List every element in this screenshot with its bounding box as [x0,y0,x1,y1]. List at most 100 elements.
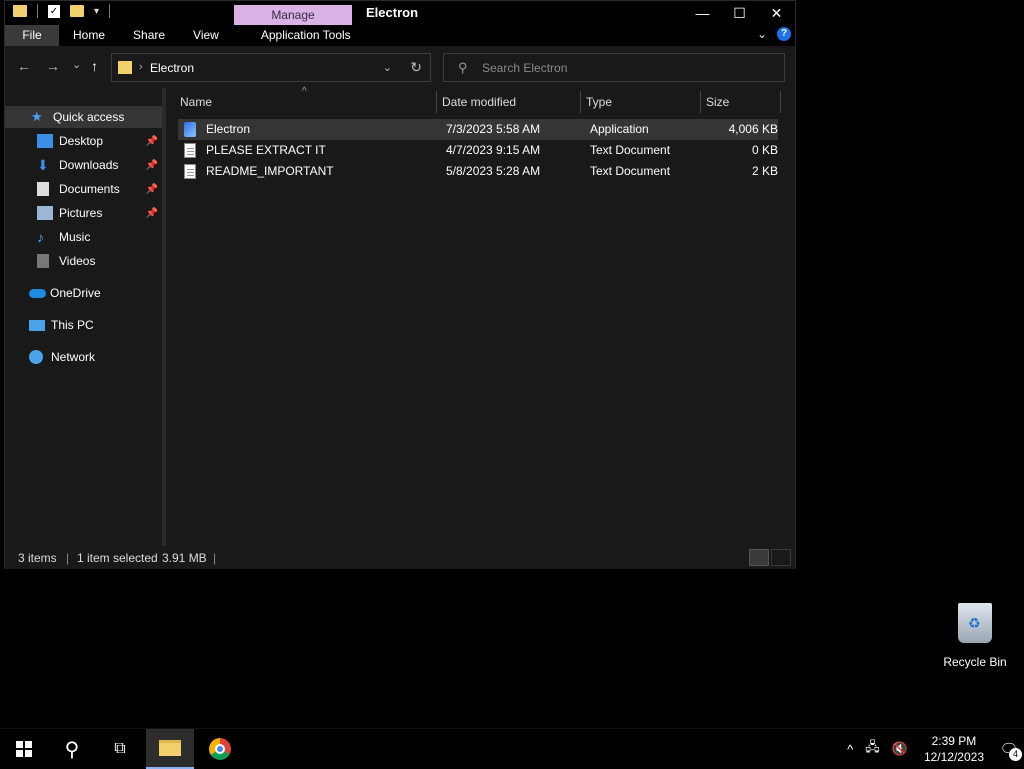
cloud-icon [29,288,46,298]
pin-icon: 📌 [145,207,158,219]
application-icon [184,122,196,137]
column-divider[interactable] [436,91,437,113]
maximize-button[interactable]: ☐ [721,1,758,25]
table-row[interactable]: Electron 7/3/2023 5:58 AM Application 4,… [178,119,778,140]
sidebar-item-label: OneDrive [50,286,101,300]
sidebar-item-label: Pictures [59,206,103,220]
pin-icon: 📌 [145,135,158,147]
selection-count: 1 item selected [77,551,158,565]
up-button[interactable]: ↑ [91,58,98,74]
task-view-button[interactable]: ⧉ [96,729,144,769]
close-button[interactable]: ✕ [758,1,795,25]
network-icon[interactable]: 🖧 [865,738,880,760]
desktop: ✓ ▾ Manage Electron — ☐ ✕ File Home Shar… [0,0,1024,728]
title-bar: ✓ ▾ Manage Electron — ☐ ✕ [5,1,795,25]
column-divider[interactable] [780,91,781,113]
sidebar-item-label: Quick access [53,110,125,124]
clock-time: 2:39 PM [931,734,977,748]
tab-file[interactable]: File [5,25,59,46]
tab-home[interactable]: Home [59,25,119,46]
search-input[interactable] [482,60,772,76]
details-view-button[interactable] [749,549,769,566]
column-header-type[interactable]: Type [586,88,612,116]
tab-application-tools[interactable]: Application Tools [233,25,365,46]
sidebar-item-downloads[interactable]: ⬇ Downloads 📌 [5,154,162,176]
file-name: PLEASE EXTRACT IT [206,143,326,157]
tab-share[interactable]: Share [119,25,179,46]
sidebar-item-desktop[interactable]: Desktop 📌 [5,130,162,152]
sidebar-item-pictures[interactable]: Pictures 📌 [5,202,162,224]
search-button[interactable]: ⚲ [48,729,96,769]
column-header-name[interactable]: Name [180,88,212,116]
file-name: README_IMPORTANT [206,164,334,178]
clock-date: 12/12/2023 [923,750,984,764]
sidebar-item-label: Desktop [59,134,104,148]
customize-toolbar-icon[interactable]: ▾ [94,6,99,17]
refresh-icon[interactable]: ↻ [410,59,422,76]
file-size: 4,006 KB [728,122,778,136]
address-path[interactable]: Electron [150,61,194,75]
back-button[interactable]: ← [17,58,31,74]
file-type: Text Document [590,143,671,157]
start-button[interactable] [0,729,48,769]
sort-ascending-icon: ^ [302,86,307,97]
status-bar: 3 items | 1 item selected 3.91 MB | [5,546,795,569]
file-type: Text Document [590,164,671,178]
folder-icon [118,61,132,74]
large-icons-view-button[interactable] [771,549,791,566]
window-controls: — ☐ ✕ [684,1,795,25]
file-explorer-taskbar-button[interactable] [146,729,194,769]
search-icon: ⚲ [64,738,80,761]
properties-icon[interactable]: ✓ [48,4,60,18]
chevron-down-icon[interactable]: ⌄ [383,61,392,74]
chrome-taskbar-button[interactable] [196,729,244,769]
new-folder-icon[interactable] [70,5,84,17]
help-icon[interactable]: ? [777,27,791,41]
item-count: 3 items [18,551,57,565]
file-size: 0 KB [751,143,778,157]
sidebar-item-label: Documents [59,182,120,196]
sidebar-item-quick-access[interactable]: ★ Quick access [5,106,162,128]
recycle-bin-shortcut[interactable]: Recycle Bin [940,603,1010,669]
desktop-icon [37,134,53,148]
recent-locations-button[interactable]: ⌄ [72,58,81,71]
column-header-size[interactable]: Size [706,88,729,116]
sidebar-item-this-pc[interactable]: This PC [5,314,162,336]
download-icon: ⬇ [37,157,49,173]
chevron-up-icon[interactable]: ^ [847,742,853,757]
table-row[interactable]: README_IMPORTANT 5/8/2023 5:28 AM Text D… [178,161,778,182]
table-row[interactable]: PLEASE EXTRACT IT 4/7/2023 9:15 AM Text … [178,140,778,161]
folder-icon[interactable] [13,5,27,17]
chrome-icon [209,738,231,760]
forward-button[interactable]: → [46,58,60,74]
column-divider[interactable] [580,91,581,113]
folder-icon [159,740,181,756]
column-header-date[interactable]: Date modified [442,88,516,116]
chevron-right-icon[interactable]: › [139,61,143,73]
volume-muted-icon[interactable]: 🔇 [892,741,908,757]
search-box[interactable]: ⚲ [443,53,785,82]
divider: | [213,551,217,565]
text-document-icon [184,143,196,158]
computer-icon [29,319,45,331]
address-bar[interactable]: › Electron ⌄ ↻ [111,53,431,82]
sidebar-item-documents[interactable]: Documents 📌 [5,178,162,200]
sidebar-item-videos[interactable]: Videos [5,250,162,272]
minimize-button[interactable]: — [684,1,721,25]
divider: | [66,551,70,565]
column-divider[interactable] [700,91,701,113]
manage-context-tab[interactable]: Manage [234,5,352,25]
sidebar-item-label: Music [59,230,91,244]
sidebar-item-onedrive[interactable]: OneDrive [5,282,162,304]
sidebar-item-network[interactable]: Network [5,346,162,368]
tab-view[interactable]: View [179,25,233,46]
notification-center-button[interactable]: 🗨 4 [994,729,1024,769]
sidebar-item-music[interactable]: ♪ Music [5,226,162,248]
expand-ribbon-icon[interactable]: ⌄ [757,27,767,41]
search-icon: ⚲ [458,60,468,75]
clock[interactable]: 2:39 PM 12/12/2023 [924,733,984,765]
recycle-bin-label: Recycle Bin [943,655,1007,669]
recycle-bin-icon [958,603,992,643]
music-icon: ♪ [37,229,44,245]
file-date: 7/3/2023 5:58 AM [446,122,541,136]
